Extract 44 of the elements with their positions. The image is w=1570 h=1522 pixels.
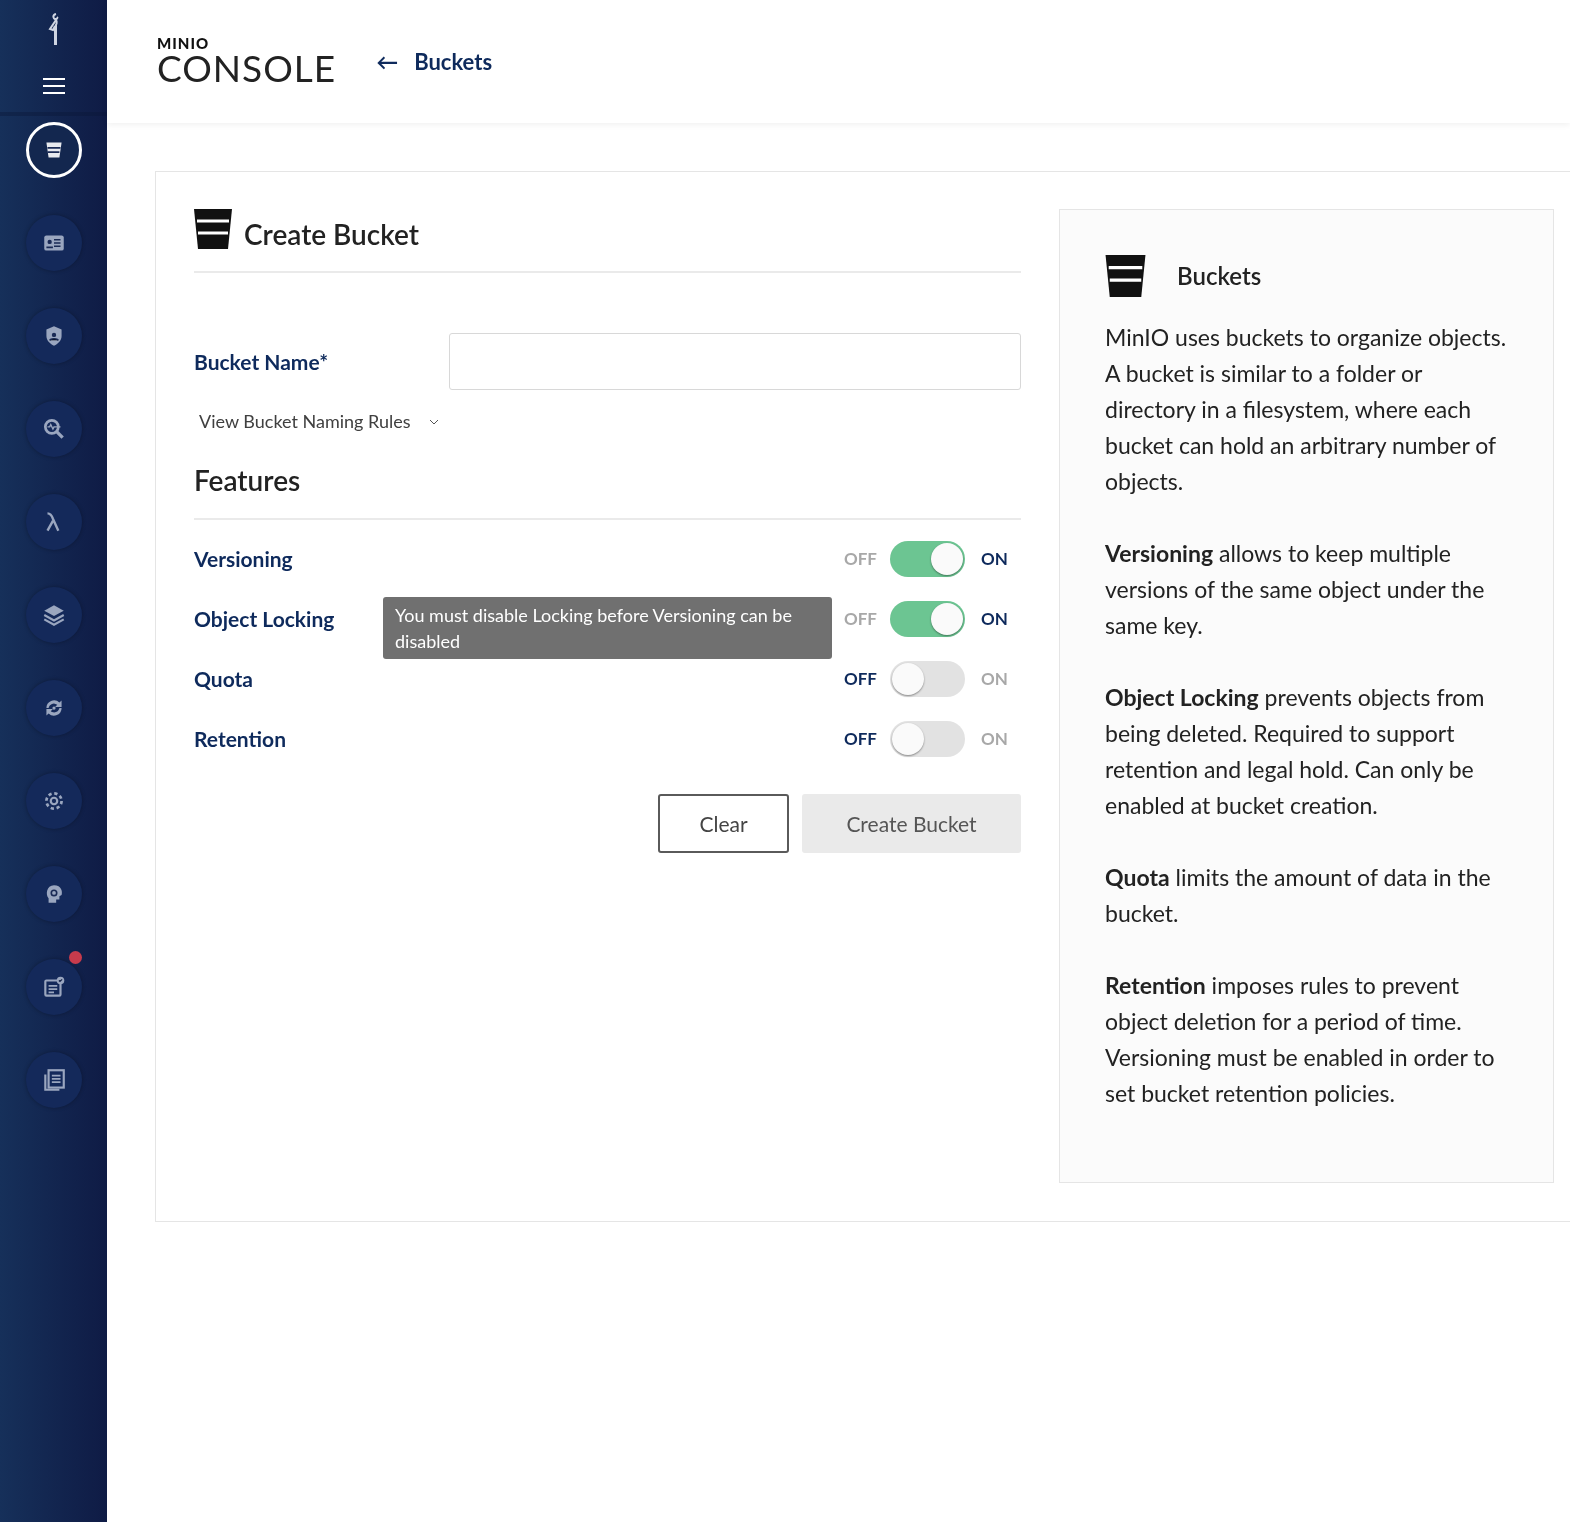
on-label: ON xyxy=(981,607,1009,632)
off-label: OFF xyxy=(844,607,877,632)
bucket-icon xyxy=(1105,255,1146,297)
on-label: ON xyxy=(981,667,1009,692)
section-title: Features xyxy=(194,459,1021,520)
help-paragraph: Retention imposes rules to prevent object deletion for a period of time. Versioning must be enabled in order to set bucket retention policies. xyxy=(1105,970,1496,1109)
on-label: ON xyxy=(981,727,1009,752)
naming-rules-toggle[interactable]: View Bucket Naming Rules xyxy=(199,408,439,435)
back-link[interactable]: ← Buckets xyxy=(376,45,493,78)
nav-button[interactable] xyxy=(25,215,82,271)
off-label: OFF xyxy=(844,547,877,572)
off-label: OFF xyxy=(844,667,877,692)
menu-icon[interactable] xyxy=(42,78,65,94)
help-paragraph: Quota limits the amount of data in the bucket. xyxy=(1105,862,1492,929)
help-paragraph: Object Locking prevents objects from being deleted. Required to support retention and legal hold. Can only be enabled at bucket creation. xyxy=(1105,682,1486,821)
nav-button[interactable] xyxy=(25,866,82,922)
chevron-down-icon xyxy=(428,418,439,425)
form-title: Create Bucket xyxy=(244,220,420,248)
nav-button[interactable] xyxy=(25,587,82,643)
nav-button[interactable] xyxy=(25,1052,82,1108)
nav-button[interactable] xyxy=(25,959,82,1015)
tooltip: You must disable Locking before Versioning can be disabled xyxy=(383,597,832,659)
nav-button[interactable] xyxy=(25,773,82,829)
nav-button[interactable] xyxy=(25,680,82,736)
bucket-icon xyxy=(194,209,232,249)
toggle-switch[interactable] xyxy=(890,721,965,757)
toggle-switch[interactable] xyxy=(890,601,965,637)
clear-button[interactable]: Clear xyxy=(658,794,789,853)
help-paragraph: MinIO uses buckets to organize objects. A bucket is similar to a folder or directory in a filesystem, where each bucket can hold an arbitrary number of objects. xyxy=(1105,322,1508,497)
feature-label: Object Locking xyxy=(194,605,335,634)
feature-label: Versioning xyxy=(194,545,293,574)
help-paragraph: Versioning allows to keep multiple versions of the same object under the same key. xyxy=(1105,538,1486,641)
field-label: Bucket Name* xyxy=(194,347,330,376)
nav-button[interactable] xyxy=(25,308,82,364)
on-label: ON xyxy=(981,547,1009,572)
nav-button[interactable] xyxy=(25,401,82,457)
feature-label: Quota xyxy=(194,665,253,694)
help-title: Buckets xyxy=(1177,260,1262,292)
bucket-name-field[interactable] xyxy=(449,333,1021,390)
off-label: OFF xyxy=(844,727,877,752)
toggle-switch[interactable] xyxy=(890,661,965,697)
feature-label: Retention xyxy=(194,725,286,754)
toggle-switch[interactable] xyxy=(890,541,965,577)
console-logo: MINIO CONSOLE xyxy=(157,35,337,86)
